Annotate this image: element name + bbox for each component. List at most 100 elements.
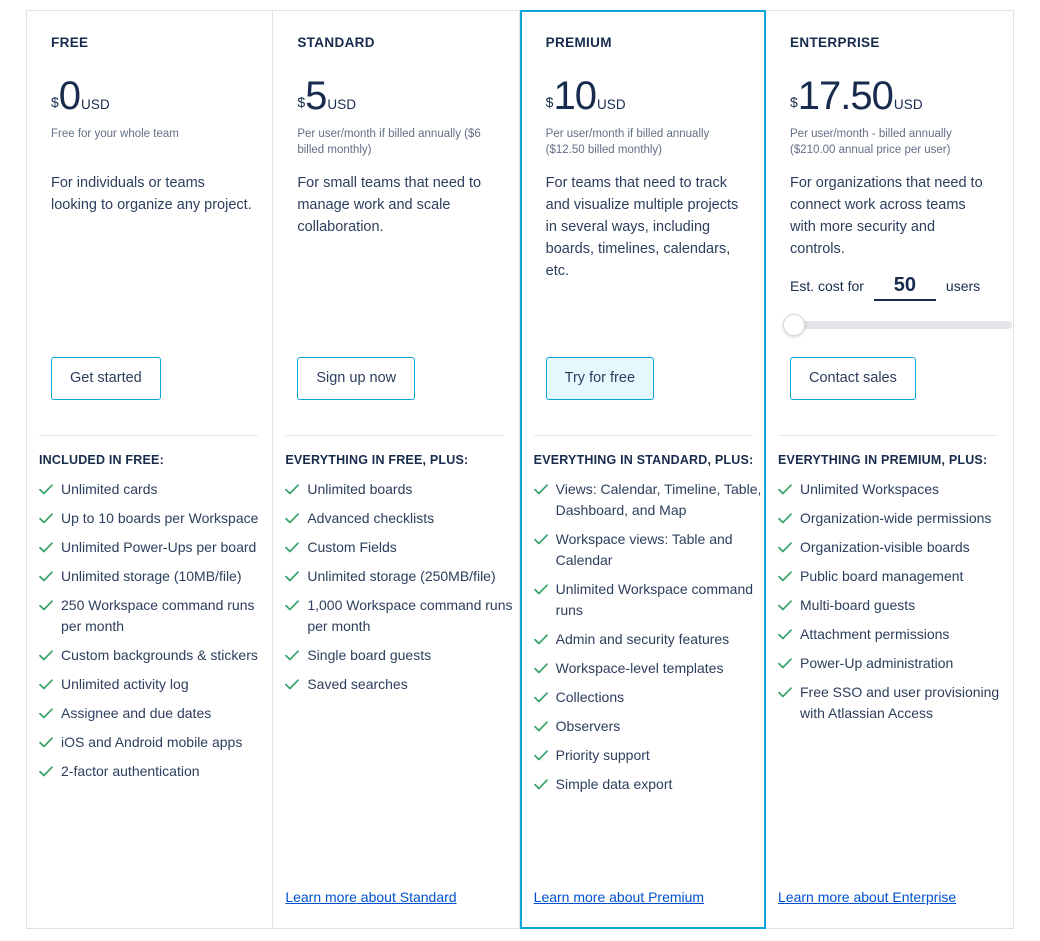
slider-thumb[interactable] xyxy=(783,314,805,336)
plan-price: $0 USD xyxy=(39,76,254,120)
plan-card-enterprise: ENTERPRISE $17.50 USD Per user/month - bill… xyxy=(766,11,1013,928)
price-currency-symbol: $ xyxy=(51,94,59,110)
cta-container: Contact sales xyxy=(778,357,916,400)
pricing-plans-table: FREE $0 USD Free for your whole team For ind… xyxy=(26,10,1014,929)
features-section: EVERYTHING IN STANDARD, PLUS: Views: Cale… xyxy=(534,452,762,803)
check-icon xyxy=(285,595,300,616)
cta-container: Try for free xyxy=(534,357,655,400)
plan-name: ENTERPRISE xyxy=(790,35,880,50)
plan-card-standard: STANDARD $5 USD Per user/month if billed an… xyxy=(273,11,520,928)
feature-label: Custom Fields xyxy=(307,539,397,555)
feature-label: Custom backgrounds & stickers xyxy=(61,647,258,663)
check-icon xyxy=(533,529,548,550)
check-icon xyxy=(285,479,300,500)
feature-item: 2-factor authentication xyxy=(39,761,267,782)
feature-item: Power-Up administration xyxy=(778,653,1006,674)
check-icon xyxy=(778,653,792,674)
user-count-slider[interactable] xyxy=(783,314,1012,336)
price-amount: 5 xyxy=(305,74,327,118)
feature-item: Custom Fields xyxy=(285,537,513,558)
estimator-label-prefix: Est. cost for xyxy=(790,278,864,294)
check-icon xyxy=(285,508,300,529)
feature-item: Saved searches xyxy=(285,674,513,695)
price-currency-symbol: $ xyxy=(790,94,798,110)
feature-item: Up to 10 boards per Workspace xyxy=(39,508,267,529)
check-icon xyxy=(285,645,300,666)
feature-item: Observers xyxy=(533,716,762,737)
learn-more-link-standard[interactable]: Learn more about Standard xyxy=(285,889,456,905)
feature-item: Unlimited storage (250MB/file) xyxy=(285,566,513,587)
features-section: EVERYTHING IN FREE, PLUS: Unlimited board… xyxy=(285,452,513,703)
check-icon xyxy=(533,716,548,737)
cta-button-standard[interactable]: Sign up now xyxy=(297,357,416,400)
check-icon xyxy=(39,566,53,587)
price-currency-symbol: $ xyxy=(297,94,306,110)
check-icon xyxy=(533,658,548,679)
cost-estimator: Est. cost for users xyxy=(778,274,1012,336)
check-icon xyxy=(285,674,300,695)
learn-more-link-enterprise[interactable]: Learn more about Enterprise xyxy=(778,889,956,905)
check-icon xyxy=(778,479,792,500)
feature-label: Advanced checklists xyxy=(307,510,435,526)
section-divider xyxy=(39,435,258,436)
feature-label: Organization-visible boards xyxy=(800,539,970,555)
feature-label: Free SSO and user provisioning with Atla… xyxy=(800,684,1000,721)
feature-item: 1,000 Workspace command runs per month xyxy=(285,595,513,637)
feature-label: Simple data export xyxy=(555,776,673,792)
plan-name: STANDARD xyxy=(297,35,375,50)
feature-label: Unlimited Workspaces xyxy=(800,481,940,497)
check-icon xyxy=(39,508,53,529)
cta-button-premium[interactable]: Try for free xyxy=(545,357,655,400)
learn-more-link-premium[interactable]: Learn more about Premium xyxy=(534,889,704,905)
plan-card-free: FREE $0 USD Free for your whole team For ind… xyxy=(27,11,274,928)
plan-description: For organizations that need to connect w… xyxy=(790,175,983,257)
check-icon xyxy=(285,537,300,558)
feature-item: Workspace-level templates xyxy=(533,658,762,679)
feature-item: Unlimited Workspace command runs xyxy=(533,579,762,621)
feature-label: 2-factor authentication xyxy=(61,763,200,779)
check-icon xyxy=(533,629,548,650)
feature-item: Single board guests xyxy=(285,645,513,666)
feature-label: Assignee and due dates xyxy=(61,705,212,721)
features-section: INCLUDED IN FREE: Unlimited cards Up to 10… xyxy=(39,452,267,790)
cta-container: Get started xyxy=(39,357,161,400)
check-icon xyxy=(778,624,792,645)
check-icon xyxy=(778,566,792,587)
section-divider xyxy=(778,435,997,436)
price-note: Per user/month - billed annually ($210.0… xyxy=(790,128,952,156)
check-icon xyxy=(39,674,53,695)
feature-label: Collections xyxy=(555,689,625,705)
feature-item: Unlimited cards xyxy=(39,479,267,500)
features-section: EVERYTHING IN PREMIUM, PLUS: Unlimited Wo… xyxy=(778,452,1006,732)
feature-item: Free SSO and user provisioning with Atla… xyxy=(778,682,1006,724)
feature-label: Unlimited Workspace command runs xyxy=(555,581,754,618)
feature-label: Attachment permissions xyxy=(800,626,950,642)
feature-item: Views: Calendar, Timeline, Table, Dashbo… xyxy=(533,479,762,521)
cta-button-enterprise[interactable]: Contact sales xyxy=(790,357,916,400)
estimator-row: Est. cost for users xyxy=(790,274,995,301)
feature-label: Unlimited activity log xyxy=(61,676,189,692)
check-icon xyxy=(39,479,53,500)
price-note: Free for your whole team xyxy=(51,128,179,140)
price-amount: 0 xyxy=(58,74,81,118)
plan-description: For teams that need to track and visuali… xyxy=(545,175,739,279)
user-count-input[interactable] xyxy=(873,274,936,301)
price-currency-symbol: $ xyxy=(545,94,554,110)
plan-card-premium: PREMIUM $10 USD Per user/month if billed an… xyxy=(519,10,766,929)
check-icon xyxy=(533,579,548,600)
feature-item: Custom backgrounds & stickers xyxy=(39,645,267,666)
feature-item: Unlimited storage (10MB/file) xyxy=(39,566,267,587)
features-title: EVERYTHING IN PREMIUM, PLUS: xyxy=(778,453,988,467)
feature-label: Unlimited storage (10MB/file) xyxy=(61,568,242,584)
check-icon xyxy=(533,479,548,500)
cta-button-free[interactable]: Get started xyxy=(51,357,161,400)
feature-label: iOS and Android mobile apps xyxy=(61,734,243,750)
check-icon xyxy=(533,774,548,795)
plan-name: PREMIUM xyxy=(545,35,612,50)
plan-price: $5 USD xyxy=(285,76,500,120)
check-icon xyxy=(533,745,548,766)
cta-container: Sign up now xyxy=(285,357,416,400)
plan-name: FREE xyxy=(51,35,89,50)
feature-label: Single board guests xyxy=(307,647,432,663)
check-icon xyxy=(39,761,53,782)
